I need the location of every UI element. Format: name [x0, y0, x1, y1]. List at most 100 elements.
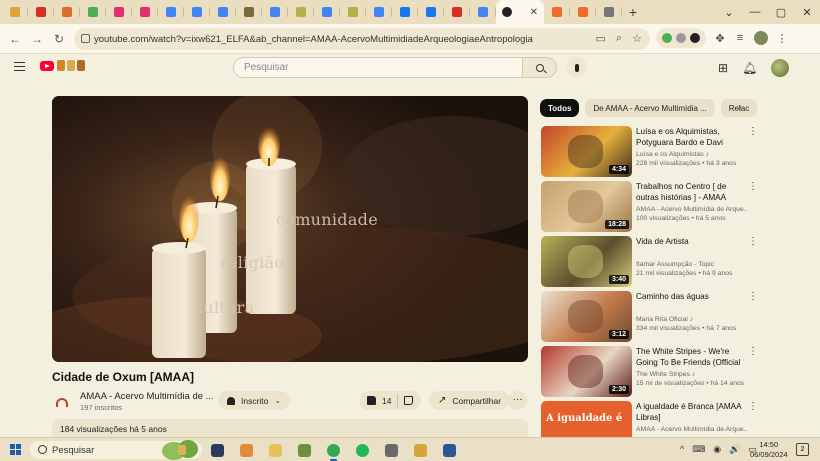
related-video-title[interactable]: Trabalhos no Centro [ de outras história… [636, 181, 748, 203]
related-video-item[interactable]: 2:30 The White Stripes - We're Going To B… [541, 346, 761, 397]
media-controls-icon[interactable]: ≡ [734, 32, 746, 44]
browser-tab[interactable] [570, 0, 596, 24]
chips-next-icon[interactable]: › [738, 102, 741, 113]
reload-icon[interactable]: ↻ [48, 32, 70, 46]
browser-tab[interactable] [596, 0, 622, 24]
browser-tab[interactable] [80, 0, 106, 24]
subscribed-button[interactable]: Inscrito ⌄ [218, 391, 291, 410]
back-icon[interactable]: ← [4, 32, 26, 46]
like-count[interactable]: 14 [382, 396, 391, 406]
cast-icon[interactable]: ▭ [596, 32, 606, 45]
browser-tab[interactable] [470, 0, 496, 24]
browser-tab[interactable] [444, 0, 470, 24]
forward-icon[interactable]: → [26, 32, 48, 46]
video-thumbnail[interactable]: 4:34 [541, 126, 632, 177]
chip-todos[interactable]: Todos [540, 99, 580, 117]
more-actions-button[interactable]: ··· [508, 391, 527, 410]
extension-dark-icon[interactable] [690, 33, 700, 43]
related-channel-name[interactable]: Itamar Assumpção - Topic [636, 261, 748, 268]
browser-tab[interactable] [236, 0, 262, 24]
extensions-pill[interactable] [656, 28, 706, 48]
browser-tab[interactable] [392, 0, 418, 24]
chrome-icon[interactable] [324, 441, 343, 461]
extension-green-icon[interactable] [662, 33, 672, 43]
kebab-menu-icon[interactable]: ⋮ [748, 181, 758, 192]
video-thumbnail[interactable]: 18:28 [541, 181, 632, 232]
minimize-icon[interactable]: — [742, 6, 768, 18]
settings-icon[interactable] [382, 441, 401, 459]
browser-tab[interactable] [288, 0, 314, 24]
voice-search-button[interactable] [566, 57, 587, 78]
browser-tab[interactable] [314, 0, 340, 24]
browser-tab[interactable] [418, 0, 444, 24]
tray-overflow-icon[interactable]: ^ [680, 444, 684, 455]
related-video-item[interactable]: 4:34 Luísa e os Alquimistas, Potyguara Ba… [541, 126, 761, 177]
site-info-icon[interactable] [81, 34, 90, 43]
dislike-icon[interactable] [404, 396, 414, 405]
video-thumbnail[interactable]: 3:12 [541, 291, 632, 342]
windows-start-icon[interactable] [10, 444, 21, 455]
like-icon[interactable] [367, 396, 376, 405]
related-channel-name[interactable]: Luísa e os Alquimistas ♪ [636, 151, 748, 158]
browser-tab[interactable] [262, 0, 288, 24]
related-video-title[interactable]: Caminho das águas [636, 291, 748, 302]
paint-icon[interactable] [411, 441, 430, 459]
chip-from-channel[interactable]: De AMAA - Acervo Multimídia ... [585, 99, 715, 117]
share-button[interactable]: ↗ Compartilhar [429, 391, 511, 410]
tab-close-icon[interactable]: ✕ [530, 7, 538, 18]
volume-icon[interactable]: 🔊 [729, 444, 740, 455]
kebab-menu-icon[interactable]: ⋮ [748, 236, 758, 247]
related-video-title[interactable]: Vida de Artista [636, 236, 748, 247]
related-video-title[interactable]: Luísa e os Alquimistas, Potyguara Bardo … [636, 126, 748, 148]
search-button[interactable] [523, 57, 557, 78]
notepad-icon[interactable] [295, 441, 314, 459]
network-icon[interactable]: ◉ [713, 444, 721, 455]
browser-tab[interactable] [28, 0, 54, 24]
extensions-puzzle-icon[interactable]: ✥ [714, 32, 726, 45]
youtube-doodle-logo[interactable] [57, 60, 85, 71]
related-channel-name[interactable]: AMAA - Acervo Multimídia de Arque... [636, 206, 748, 213]
bookmark-star-icon[interactable]: ☆ [632, 32, 642, 45]
extension-grey-icon[interactable] [676, 33, 686, 43]
related-channel-name[interactable]: AMAA - Acervo Multimídia de Arque... [636, 426, 748, 433]
user-avatar[interactable] [771, 59, 790, 77]
browser-profile-icon[interactable] [754, 31, 768, 45]
notification-center-icon[interactable]: 2 [796, 443, 809, 456]
browser-tab[interactable] [544, 0, 570, 24]
related-video-title[interactable]: The White Stripes - We're Going To Be Fr… [636, 346, 748, 368]
file-explorer-icon[interactable] [266, 441, 285, 459]
related-video-item[interactable]: 3:40 Vida de Artista Itamar Assumpção - To… [541, 236, 761, 287]
kebab-menu-icon[interactable]: ⋮ [748, 401, 758, 412]
channel-avatar[interactable] [52, 392, 72, 412]
kebab-menu-icon[interactable]: ⋮ [748, 126, 758, 137]
new-tab-icon[interactable]: + [622, 4, 644, 20]
maximize-icon[interactable]: ▢ [768, 6, 794, 19]
browser-tab[interactable] [106, 0, 132, 24]
channel-name[interactable]: AMAA - Acervo Multimídia de ... [80, 391, 214, 402]
video-thumbnail[interactable]: 3:40 [541, 236, 632, 287]
browser-tab[interactable] [340, 0, 366, 24]
related-video-item[interactable]: 18:28 Trabalhos no Centro [ de outras his… [541, 181, 761, 232]
browser-tab[interactable] [366, 0, 392, 24]
kebab-menu-icon[interactable]: ⋮ [748, 291, 758, 302]
tab-search-icon[interactable]: ⌄ [716, 6, 742, 19]
youtube-logo-icon[interactable] [40, 61, 54, 71]
browser-tab[interactable] [158, 0, 184, 24]
search-input[interactable]: Pesquisar [233, 57, 523, 78]
related-video-title[interactable]: A igualdade é Branca [AMAA Libras] [636, 401, 748, 423]
address-bar[interactable]: youtube.com/watch?v=ixw621_ELFA&ab_chann… [74, 28, 650, 50]
browser-tab[interactable] [184, 0, 210, 24]
browser-tab[interactable] [132, 0, 158, 24]
close-window-icon[interactable]: ✕ [794, 6, 820, 19]
browser-tab[interactable] [54, 0, 80, 24]
keyboard-icon[interactable]: ⌨ [692, 444, 705, 455]
browser-tab-active[interactable]: ✕ [496, 0, 544, 24]
kebab-menu-icon[interactable]: ⋮ [748, 346, 758, 357]
related-channel-name[interactable]: Maria Rita Oficial ♪ [636, 316, 748, 323]
notifications-bell-icon[interactable]: 🔔︎ [742, 61, 757, 75]
video-thumbnail[interactable]: 2:30 [541, 346, 632, 397]
task-view-icon[interactable] [208, 441, 227, 459]
browser-menu-icon[interactable]: ⋮ [776, 32, 788, 45]
word-icon[interactable] [440, 441, 459, 459]
copilot-icon[interactable] [237, 441, 256, 459]
